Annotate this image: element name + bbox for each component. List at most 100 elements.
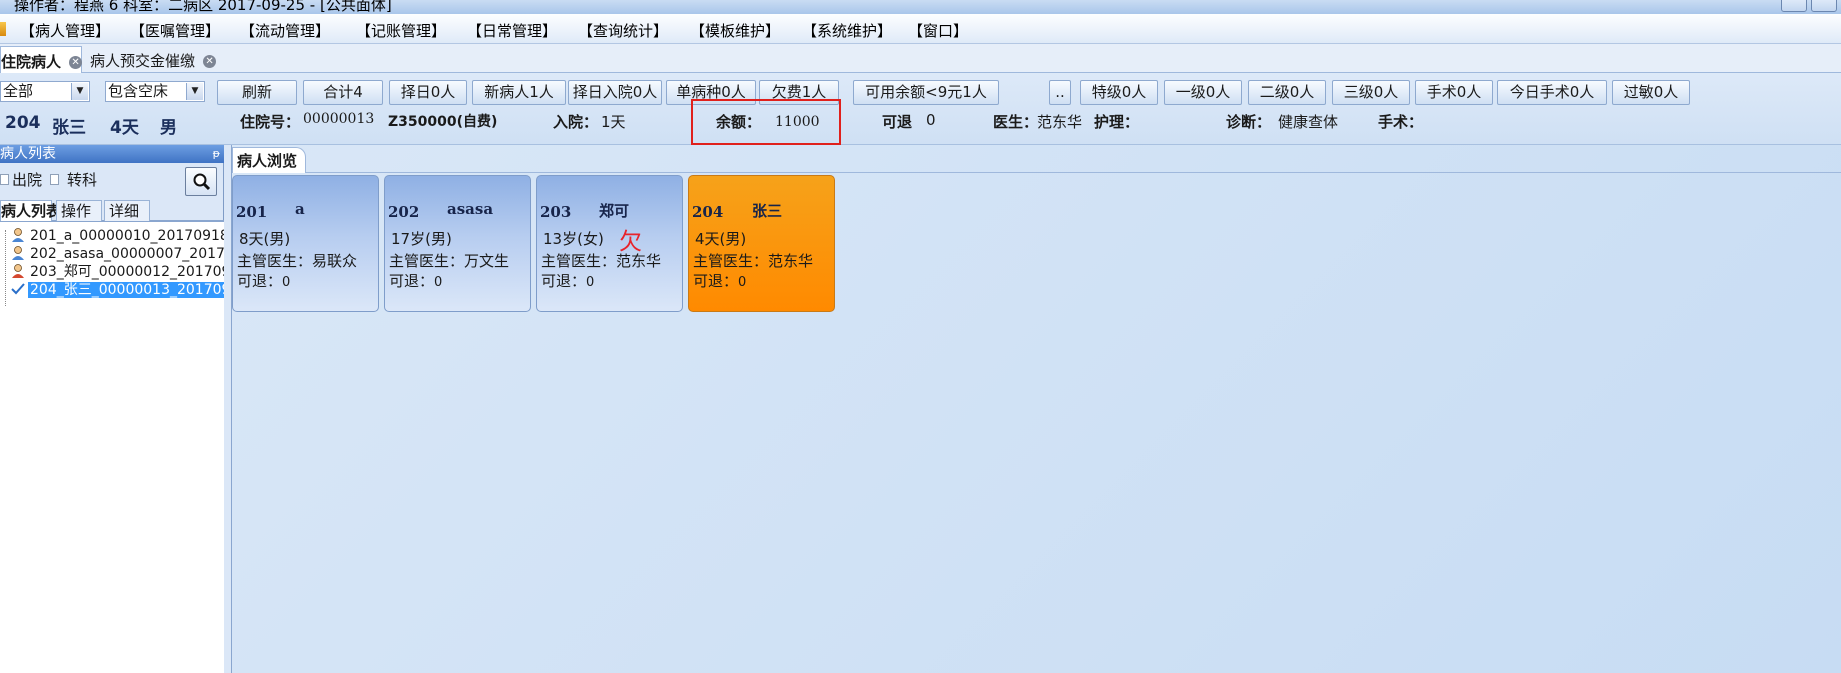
- low-balance-button[interactable]: 可用余额<9元1人: [853, 80, 999, 105]
- chevron-down-icon[interactable]: ▼: [71, 83, 88, 100]
- menu-patient[interactable]: 【病人管理】: [20, 20, 110, 41]
- toolbar: 全部 ▼ 包含空床 ▼ 刷新 合计4 择日0人 新病人1人 择日入院0人 单病种…: [0, 73, 1841, 145]
- pin-icon[interactable]: ᵽ: [213, 145, 220, 163]
- card-doctor: 主管医生：范东华: [693, 252, 814, 270]
- card-refundable: 可退：0: [541, 270, 594, 291]
- inpatient-no-value: 00000013: [303, 111, 375, 127]
- nurse-label: 护理：: [1094, 113, 1140, 131]
- surgery-label: 手术：: [1378, 113, 1424, 131]
- tree-item-label: 204_张三_00000013_201709: [28, 282, 224, 298]
- card-doctor: 主管医生：易联众: [237, 252, 358, 270]
- tree-item-202[interactable]: 202_asasa_00000007_20170: [10, 245, 224, 263]
- search-icon: [193, 173, 211, 191]
- current-bed: 204: [5, 113, 41, 133]
- card-refundable-label: 可退：: [389, 272, 435, 290]
- patient-list-panel: 病人列表 ᵽ 出院 转科 病人列表 操作 详细 201_a_00000010_2…: [0, 145, 224, 673]
- panel-tabs: 病人列表 操作 详细: [0, 198, 224, 221]
- menu-bar: 【病人管理】 【医嘱管理】 【流动管理】 【记账管理】 【日常管理】 【查询统计…: [0, 14, 1841, 44]
- card-bed-number: 202: [388, 203, 420, 221]
- admission-value: 1天: [601, 113, 626, 131]
- card-age-sex: 8天(男): [239, 230, 291, 248]
- level-two-button[interactable]: 二级0人: [1248, 80, 1326, 105]
- minimize-button[interactable]: [1781, 0, 1807, 12]
- card-refundable-label: 可退：: [693, 272, 739, 290]
- card-refundable-label: 可退：: [237, 272, 283, 290]
- restore-button[interactable]: [1811, 0, 1837, 12]
- tree-item-label: 202_asasa_00000007_20170: [30, 246, 224, 262]
- menu-flow[interactable]: 【流动管理】: [240, 20, 330, 41]
- card-patient-name: 郑可: [599, 202, 630, 220]
- tree-item-label: 201_a_00000010_20170918: [30, 228, 224, 244]
- card-refundable-label: 可退：: [541, 272, 587, 290]
- card-refundable-value: 0: [282, 275, 291, 290]
- menu-template[interactable]: 【模板维护】: [690, 20, 780, 41]
- bed-card-202[interactable]: 202 asasa 17岁(男) 主管医生：万文生 可退：0: [384, 175, 531, 312]
- menu-system[interactable]: 【系统维护】: [802, 20, 892, 41]
- allergy-button[interactable]: 过敏0人: [1612, 80, 1690, 105]
- content-tab-strip: 病人浏览: [232, 145, 1841, 173]
- tab-patient-list[interactable]: 病人列表: [0, 200, 61, 221]
- card-refundable: 可退：0: [237, 270, 290, 291]
- doctor-label: 医生：: [993, 113, 1039, 131]
- bed-select[interactable]: 包含空床 ▼: [105, 81, 205, 102]
- discharge-checkbox[interactable]: [0, 174, 9, 185]
- close-icon[interactable]: ✕: [203, 55, 217, 68]
- doctor-value: 范东华: [1037, 113, 1083, 131]
- bed-card-203[interactable]: 203 郑可 13岁(女) 欠 主管医生：范东华 可退：0: [536, 175, 683, 312]
- close-icon[interactable]: ✕: [69, 56, 83, 69]
- special-level-button[interactable]: 特级0人: [1080, 80, 1158, 105]
- range-select-value: 全部: [3, 82, 34, 100]
- panel-splitter[interactable]: [224, 145, 232, 673]
- refundable-label: 可退: [882, 113, 913, 131]
- menu-window[interactable]: 【窗口】: [908, 20, 968, 41]
- new-patient-button[interactable]: 新病人1人: [472, 80, 566, 105]
- card-patient-name: a: [295, 200, 305, 218]
- scheduled-admission-button[interactable]: 择日入院0人: [568, 80, 662, 105]
- refresh-button[interactable]: 刷新: [217, 80, 297, 105]
- tab-details[interactable]: 详细: [104, 200, 150, 221]
- chevron-down-icon[interactable]: ▼: [186, 83, 203, 100]
- tree-item-204[interactable]: 204_张三_00000013_201709: [10, 281, 224, 299]
- card-age-sex: 17岁(男): [391, 230, 452, 248]
- card-patient-name: asasa: [447, 200, 494, 218]
- inpatient-no-label: 住院号：: [240, 113, 301, 131]
- more-button[interactable]: ..: [1049, 80, 1071, 105]
- level-three-button[interactable]: 三级0人: [1332, 80, 1410, 105]
- bed-card-204[interactable]: 204 张三 4天(男) 主管医生：范东华 可退：0: [688, 175, 835, 312]
- menu-billing[interactable]: 【记账管理】: [356, 20, 446, 41]
- menu-orders[interactable]: 【医嘱管理】: [130, 20, 220, 41]
- panel-header: 病人列表 ᵽ: [0, 145, 224, 163]
- diagnosis-value: 健康查体: [1278, 113, 1339, 131]
- scheduled-button[interactable]: 择日0人: [389, 80, 467, 105]
- document-tab-bar: 住院病人 ✕ 病人预交金催缴 ✕: [0, 44, 1841, 73]
- menu-query[interactable]: 【查询统计】: [578, 20, 668, 41]
- check-icon: [10, 281, 28, 297]
- surgery-button[interactable]: 手术0人: [1415, 80, 1493, 105]
- range-select[interactable]: 全部 ▼: [0, 81, 90, 102]
- app-icon: [0, 22, 6, 36]
- transfer-checkbox[interactable]: [50, 174, 59, 185]
- card-doctor: 主管医生：范东华: [541, 252, 662, 270]
- tab-operations[interactable]: 操作: [56, 200, 102, 221]
- search-button[interactable]: [185, 167, 217, 196]
- title-bar: 操作者：程燕 6 科室：二病区 2017-09-25 - [公共面体]: [0, 0, 1841, 14]
- card-bed-number: 204: [692, 203, 724, 221]
- tab-inpatients[interactable]: 住院病人 ✕: [0, 46, 83, 73]
- bed-card-201[interactable]: 201 a 8天(男) 主管医生：易联众 可退：0: [232, 175, 379, 312]
- tree-item-203[interactable]: 203_郑可_00000012_201709: [10, 263, 224, 281]
- tree-item-201[interactable]: 201_a_00000010_20170918: [10, 227, 224, 245]
- tab-patient-browse[interactable]: 病人浏览: [232, 147, 307, 173]
- level-one-button[interactable]: 一级0人: [1164, 80, 1242, 105]
- total-button[interactable]: 合计4: [303, 80, 383, 105]
- card-refundable-value: 0: [586, 275, 595, 290]
- card-refundable: 可退：0: [693, 270, 746, 291]
- menu-daily[interactable]: 【日常管理】: [467, 20, 557, 41]
- window-title: 操作者：程燕 6 科室：二病区 2017-09-25 - [公共面体]: [14, 0, 392, 14]
- tab-label: 住院病人: [1, 53, 62, 71]
- card-refundable: 可退：0: [389, 270, 442, 291]
- patient-tree: 201_a_00000010_20170918 202_asasa_000000…: [0, 221, 224, 673]
- tab-deposit-reminder[interactable]: 病人预交金催缴 ✕: [90, 46, 230, 73]
- card-refundable-value: 0: [738, 275, 747, 290]
- card-doctor: 主管医生：万文生: [389, 252, 510, 270]
- today-surgery-button[interactable]: 今日手术0人: [1497, 80, 1607, 105]
